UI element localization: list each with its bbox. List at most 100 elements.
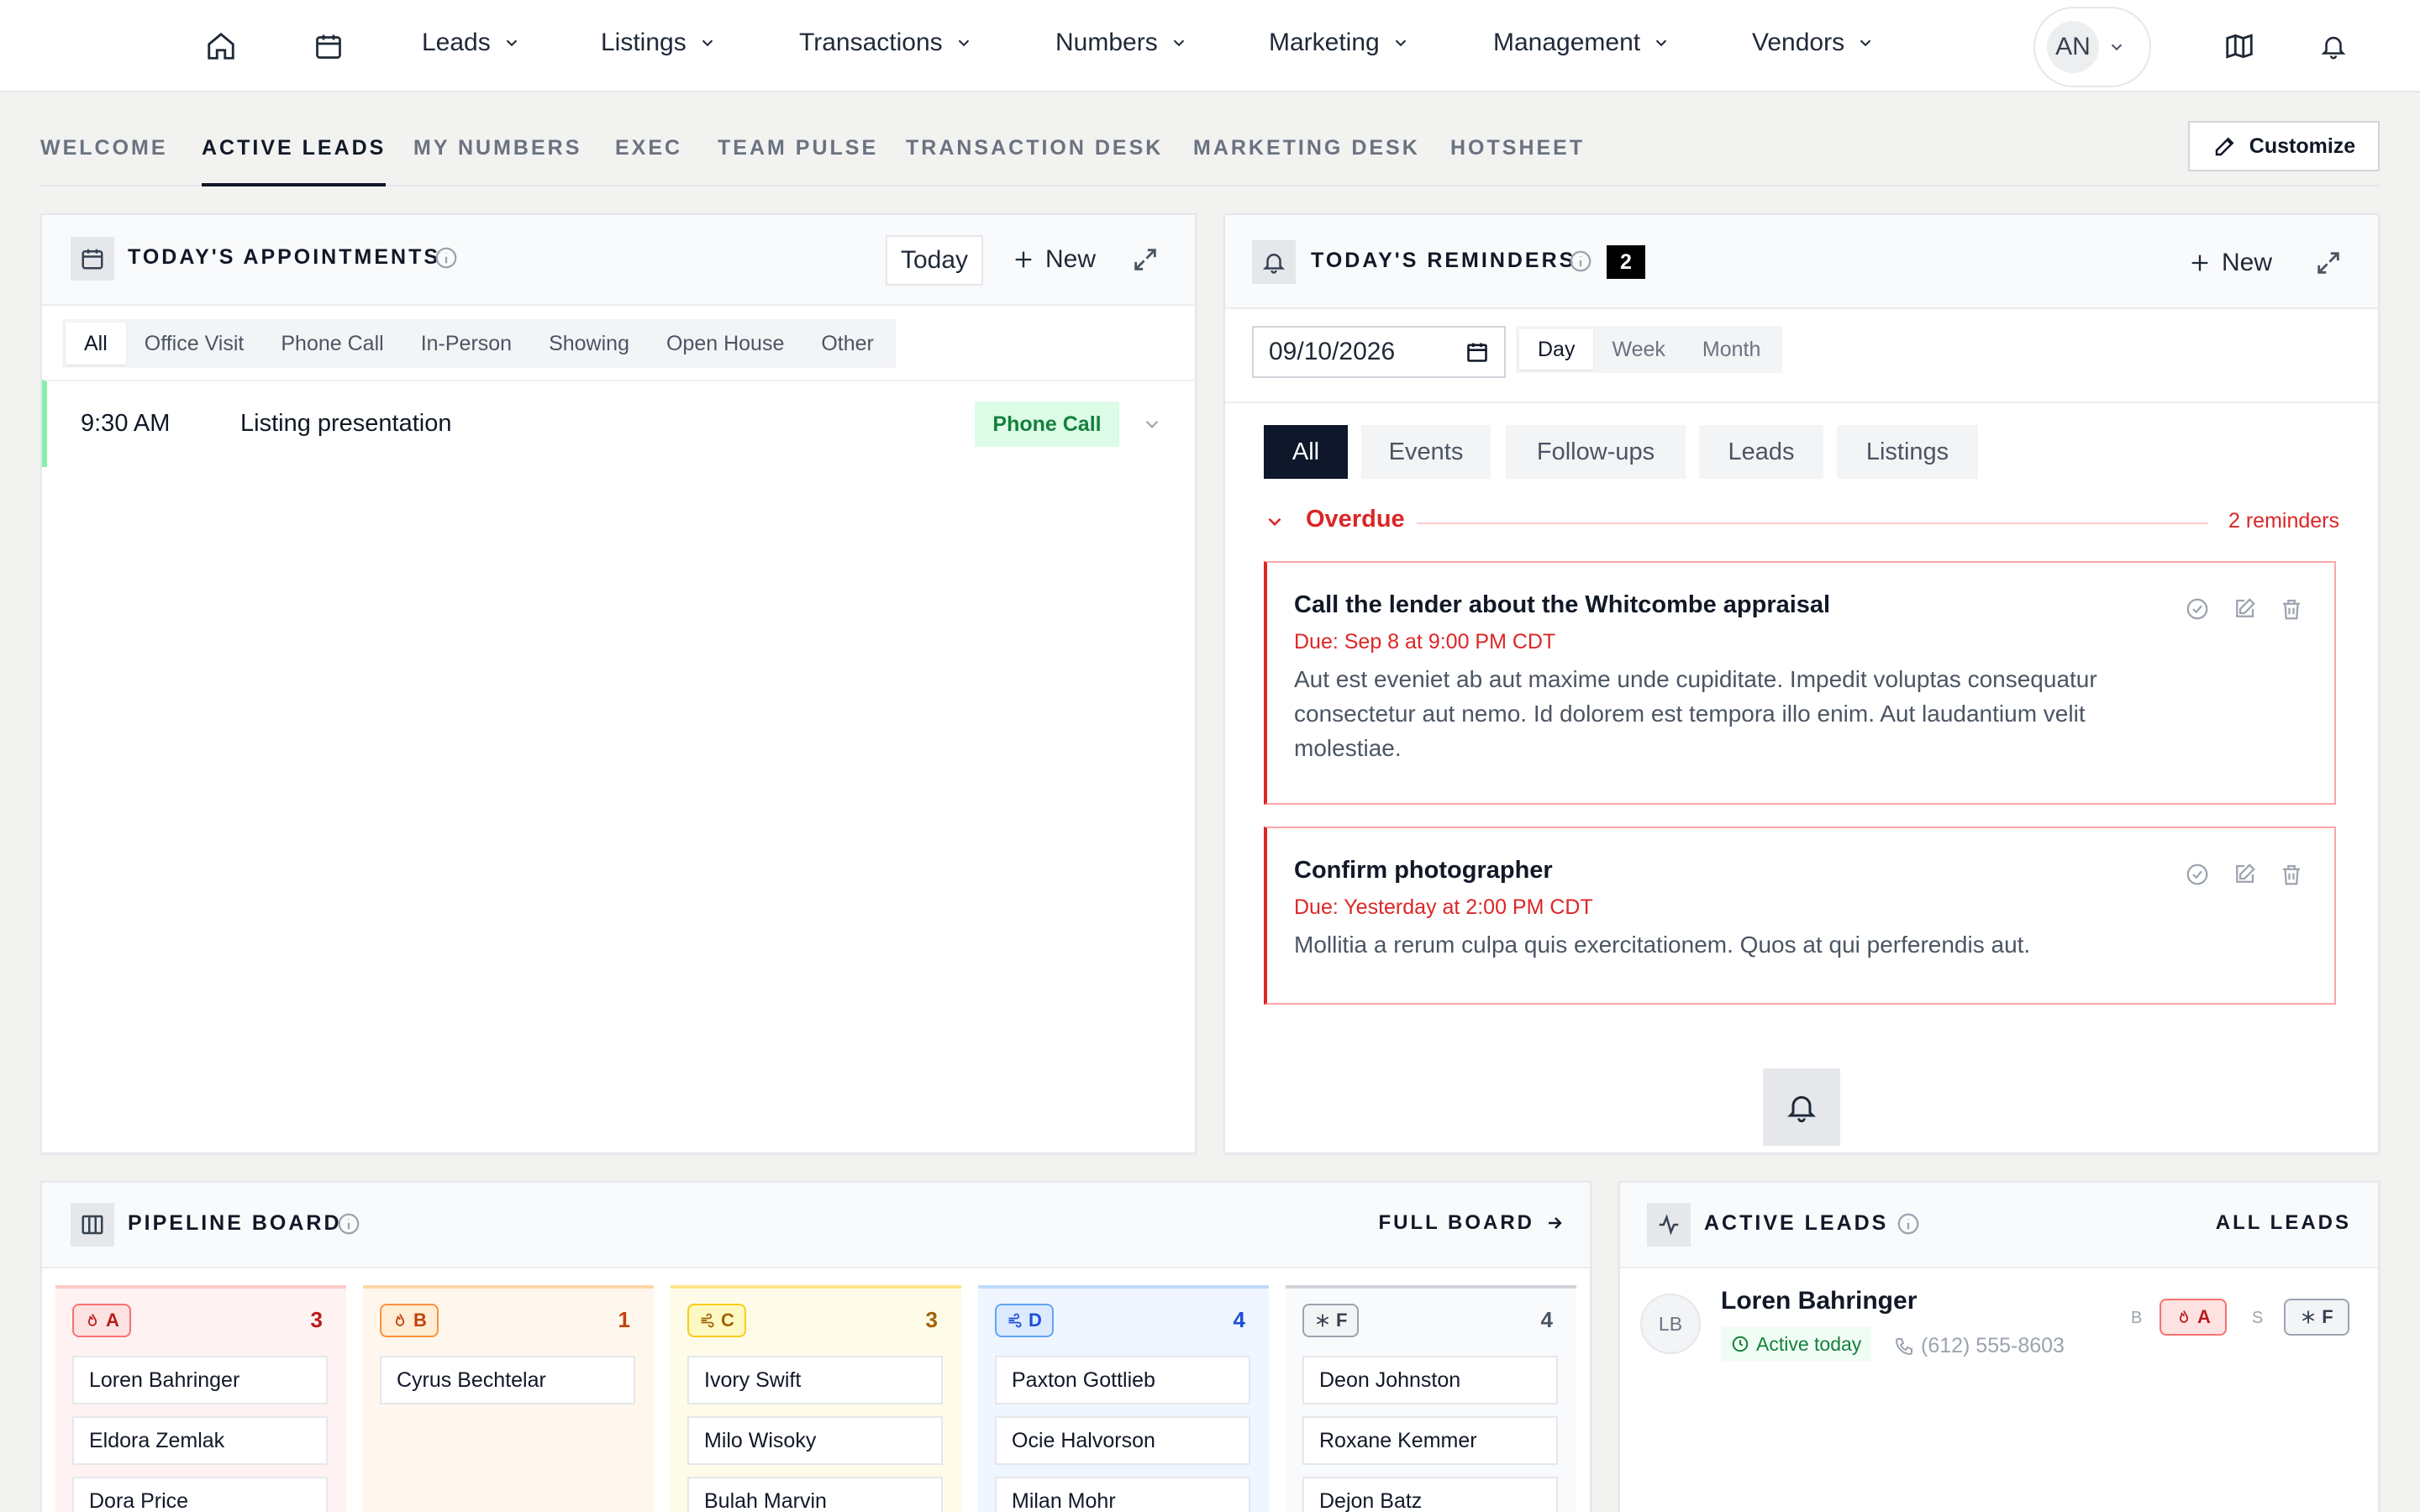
nav-listings[interactable]: Listings [601, 29, 717, 57]
filter-office-visit[interactable]: Office Visit [126, 323, 263, 365]
tab-welcome[interactable]: WELCOME [40, 136, 168, 186]
filter-follow-ups[interactable]: Follow-ups [1506, 425, 1686, 479]
filter-listings[interactable]: Listings [1837, 425, 1978, 479]
lead-card[interactable]: Ivory Swift [687, 1356, 943, 1404]
calendar-icon[interactable] [1465, 340, 1489, 364]
arrow-right-icon [1549, 1217, 1562, 1229]
tab-active-leads[interactable]: ACTIVE LEADS [202, 136, 387, 186]
lead-card[interactable]: Dejon Batz [1302, 1477, 1558, 1512]
tab-my-numbers[interactable]: MY NUMBERS [413, 136, 581, 186]
range-toggle: Day Week Month [1516, 326, 1783, 373]
active-lead-row[interactable]: LB Loren Bahringer Active today (612) 55… [1620, 1268, 2378, 1378]
lead-card[interactable]: Loren Bahringer [72, 1356, 328, 1404]
nav-management[interactable]: Management [1493, 29, 1670, 57]
lead-card[interactable]: Ocie Halvorson [995, 1416, 1250, 1465]
new-appointment-button[interactable]: New [1012, 245, 1096, 274]
date-value: 09/10/2026 [1269, 338, 1396, 365]
filter-in-person[interactable]: In-Person [402, 323, 530, 365]
reminder-item[interactable]: Confirm photographer Due: Yesterday at 2… [1264, 827, 2336, 1005]
trash-icon[interactable] [2279, 596, 2304, 622]
tab-team-pulse[interactable]: TEAM PULSE [718, 136, 878, 186]
column-count: 3 [310, 1307, 323, 1332]
customize-label: Customize [2249, 134, 2356, 158]
today-button[interactable]: Today [886, 235, 983, 286]
nav-vendors[interactable]: Vendors [1752, 29, 1875, 57]
grade-label: A [2197, 1306, 2211, 1327]
date-input[interactable]: 09/10/2026 [1252, 326, 1506, 378]
tab-transaction-desk[interactable]: TRANSACTION DESK [906, 136, 1163, 186]
chevron-down-icon [506, 39, 517, 47]
customize-button[interactable]: Customize [2188, 121, 2380, 171]
grade-label: A [106, 1310, 119, 1331]
filter-all[interactable]: All [66, 323, 126, 365]
nav-transactions[interactable]: Transactions [799, 29, 973, 57]
edit-icon[interactable] [2232, 596, 2257, 622]
appointment-title: Listing presentation [240, 410, 452, 437]
info-icon[interactable] [1568, 249, 1593, 274]
tab-hotsheet[interactable]: HOTSHEET [1450, 136, 1585, 186]
check-circle-icon[interactable] [2185, 596, 2210, 622]
lead-card[interactable]: Cyrus Bechtelar [380, 1356, 635, 1404]
lead-card[interactable]: Milan Mohr [995, 1477, 1250, 1512]
filter-all[interactable]: All [1264, 425, 1348, 479]
filter-events[interactable]: Events [1361, 425, 1491, 479]
nav-leads[interactable]: Leads [422, 29, 521, 57]
lead-card[interactable]: Deon Johnston [1302, 1356, 1558, 1404]
range-week[interactable]: Week [1593, 329, 1683, 370]
nav-marketing[interactable]: Marketing [1269, 29, 1410, 57]
bell-button[interactable] [1763, 1068, 1840, 1146]
lead-card[interactable]: Bulah Marvin [687, 1477, 943, 1512]
info-icon[interactable] [1896, 1211, 1921, 1236]
info-icon[interactable] [336, 1211, 361, 1236]
edit-icon[interactable] [2232, 862, 2257, 887]
filter-open-house[interactable]: Open House [648, 323, 802, 365]
filter-leads[interactable]: Leads [1699, 425, 1823, 479]
seller-grade-badge: F [2284, 1299, 2349, 1336]
filter-phone-call[interactable]: Phone Call [262, 323, 402, 365]
home-icon[interactable] [200, 25, 242, 67]
tab-marketing-desk[interactable]: MARKETING DESK [1193, 136, 1420, 186]
nav-label: Vendors [1752, 29, 1845, 56]
nav-label: Transactions [799, 29, 943, 56]
reminder-body: Mollitia a rerum culpa quis exercitation… [1294, 932, 2031, 958]
full-board-label: FULL BOARD [1378, 1211, 1534, 1234]
nav-label: Leads [422, 29, 491, 56]
chevron-down-icon [2111, 44, 2123, 51]
appointment-row[interactable]: 9:30 AM Listing presentation Phone Call [42, 380, 1197, 467]
pipeline-board-card: PIPELINE BOARD FULL BOARD A 3 Loren Bahr… [40, 1181, 1591, 1512]
reminder-item[interactable]: Call the lender about the Whitcombe appr… [1264, 561, 2336, 805]
trash-icon[interactable] [2279, 862, 2304, 887]
range-day[interactable]: Day [1519, 329, 1594, 370]
lead-card[interactable]: Eldora Zemlak [72, 1416, 328, 1465]
new-reminder-button[interactable]: New [2188, 249, 2272, 277]
bell-icon[interactable] [2312, 25, 2354, 67]
tab-exec[interactable]: EXEC [615, 136, 682, 186]
nav-label: Marketing [1269, 29, 1380, 56]
lead-name[interactable]: Loren Bahringer [1721, 1287, 1917, 1315]
top-navigation: Leads Listings Transactions Numbers Mark… [0, 0, 2420, 92]
filter-showing[interactable]: Showing [530, 323, 648, 365]
pencil-icon [2215, 137, 2234, 156]
filter-other[interactable]: Other [802, 323, 892, 365]
expand-icon[interactable] [2314, 249, 2343, 277]
info-icon[interactable] [434, 245, 459, 270]
full-board-link[interactable]: FULL BOARD [1378, 1211, 1565, 1235]
chevron-down-icon[interactable] [1141, 413, 1163, 435]
lead-phone[interactable]: (612) 555-8603 [1894, 1334, 2065, 1358]
user-menu[interactable]: AN [2033, 7, 2151, 87]
map-icon[interactable] [2218, 25, 2260, 67]
expand-icon[interactable] [1131, 245, 1160, 274]
wind-icon [1008, 1313, 1022, 1328]
lead-card[interactable]: Milo Wisoky [687, 1416, 943, 1465]
lead-card[interactable]: Roxane Kemmer [1302, 1416, 1558, 1465]
lead-card[interactable]: Dora Price [72, 1477, 328, 1512]
check-circle-icon[interactable] [2185, 862, 2210, 887]
calendar-icon[interactable] [308, 25, 350, 67]
pipeline-column-f: F 4 Deon Johnston Roxane Kemmer Dejon Ba… [1286, 1285, 1576, 1512]
reminder-due: Due: Yesterday at 2:00 PM CDT [1294, 895, 1593, 919]
range-month[interactable]: Month [1684, 329, 1779, 370]
all-leads-link[interactable]: ALL LEADS [2216, 1211, 2351, 1235]
nav-numbers[interactable]: Numbers [1055, 29, 1188, 57]
lead-card[interactable]: Paxton Gottlieb [995, 1356, 1250, 1404]
overdue-section-header[interactable]: Overdue 2 reminders [1225, 506, 2339, 539]
